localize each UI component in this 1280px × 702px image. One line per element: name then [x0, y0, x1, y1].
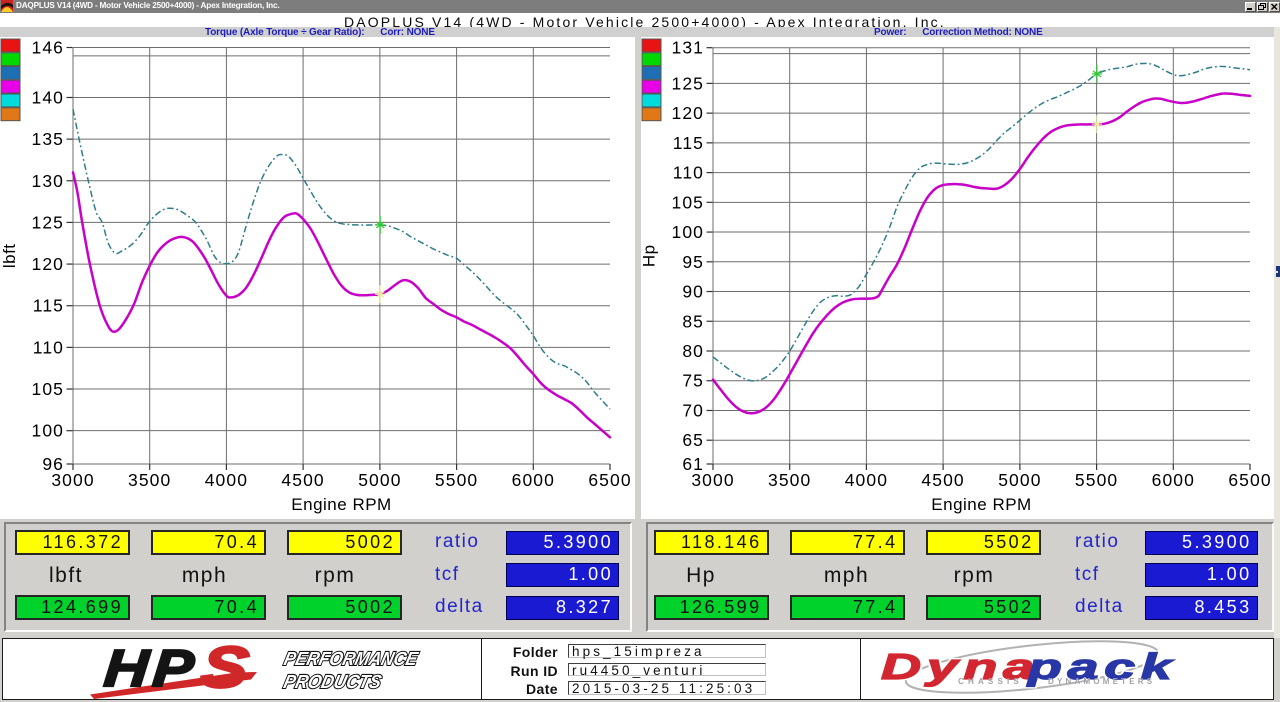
svg-text:105: 105 [672, 192, 705, 212]
svg-text:125: 125 [32, 212, 65, 232]
svg-text:140: 140 [32, 88, 65, 108]
svg-text:4000: 4000 [205, 470, 248, 490]
svg-text:110: 110 [33, 337, 64, 357]
svg-text:3000: 3000 [51, 470, 94, 490]
svg-text:125: 125 [672, 73, 705, 93]
svg-text:HP: HP [102, 640, 201, 698]
svg-text:6000: 6000 [1152, 470, 1195, 490]
svg-text:146: 146 [32, 38, 65, 58]
svg-text:DYNAMOMETERS: DYNAMOMETERS [1048, 677, 1155, 686]
svg-text:115: 115 [673, 133, 704, 153]
svg-text:105: 105 [32, 379, 65, 399]
svg-text:5000: 5000 [358, 470, 401, 490]
svg-text:120: 120 [32, 254, 65, 274]
svg-text:Hp: Hp [641, 244, 659, 267]
svg-text:4500: 4500 [921, 470, 964, 490]
svg-text:5500: 5500 [1075, 470, 1118, 490]
svg-text:6500: 6500 [588, 470, 631, 490]
svg-text:Engine RPM: Engine RPM [291, 495, 391, 514]
svg-text:CHASSIS: CHASSIS [958, 677, 1023, 686]
svg-text:115: 115 [33, 296, 64, 316]
svg-text:lbft: lbft [0, 243, 19, 268]
svg-text:100: 100 [672, 222, 705, 242]
svg-text:135: 135 [32, 129, 65, 149]
svg-text:130: 130 [32, 171, 65, 191]
svg-text:PERFORMANCE: PERFORMANCE [282, 649, 421, 670]
svg-text:S: S [198, 639, 251, 700]
svg-text:70: 70 [682, 401, 704, 421]
svg-text:110: 110 [673, 163, 704, 183]
svg-text:3500: 3500 [768, 470, 811, 490]
svg-text:Engine RPM: Engine RPM [931, 495, 1031, 514]
svg-text:131: 131 [672, 38, 705, 58]
svg-text:80: 80 [682, 341, 704, 361]
svg-text:4000: 4000 [845, 470, 888, 490]
svg-text:3500: 3500 [128, 470, 171, 490]
svg-text:95: 95 [682, 252, 704, 272]
svg-text:65: 65 [682, 430, 704, 450]
svg-text:3000: 3000 [691, 470, 734, 490]
svg-text:6500: 6500 [1228, 470, 1271, 490]
svg-text:85: 85 [682, 311, 704, 331]
svg-text:6000: 6000 [512, 470, 555, 490]
svg-text:5000: 5000 [998, 470, 1041, 490]
svg-text:120: 120 [672, 103, 705, 123]
svg-text:100: 100 [32, 421, 65, 441]
svg-text:5500: 5500 [435, 470, 478, 490]
svg-text:90: 90 [682, 282, 704, 302]
svg-text:PRODUCTS: PRODUCTS [282, 672, 384, 693]
svg-text:75: 75 [682, 371, 704, 391]
svg-text:4500: 4500 [281, 470, 324, 490]
